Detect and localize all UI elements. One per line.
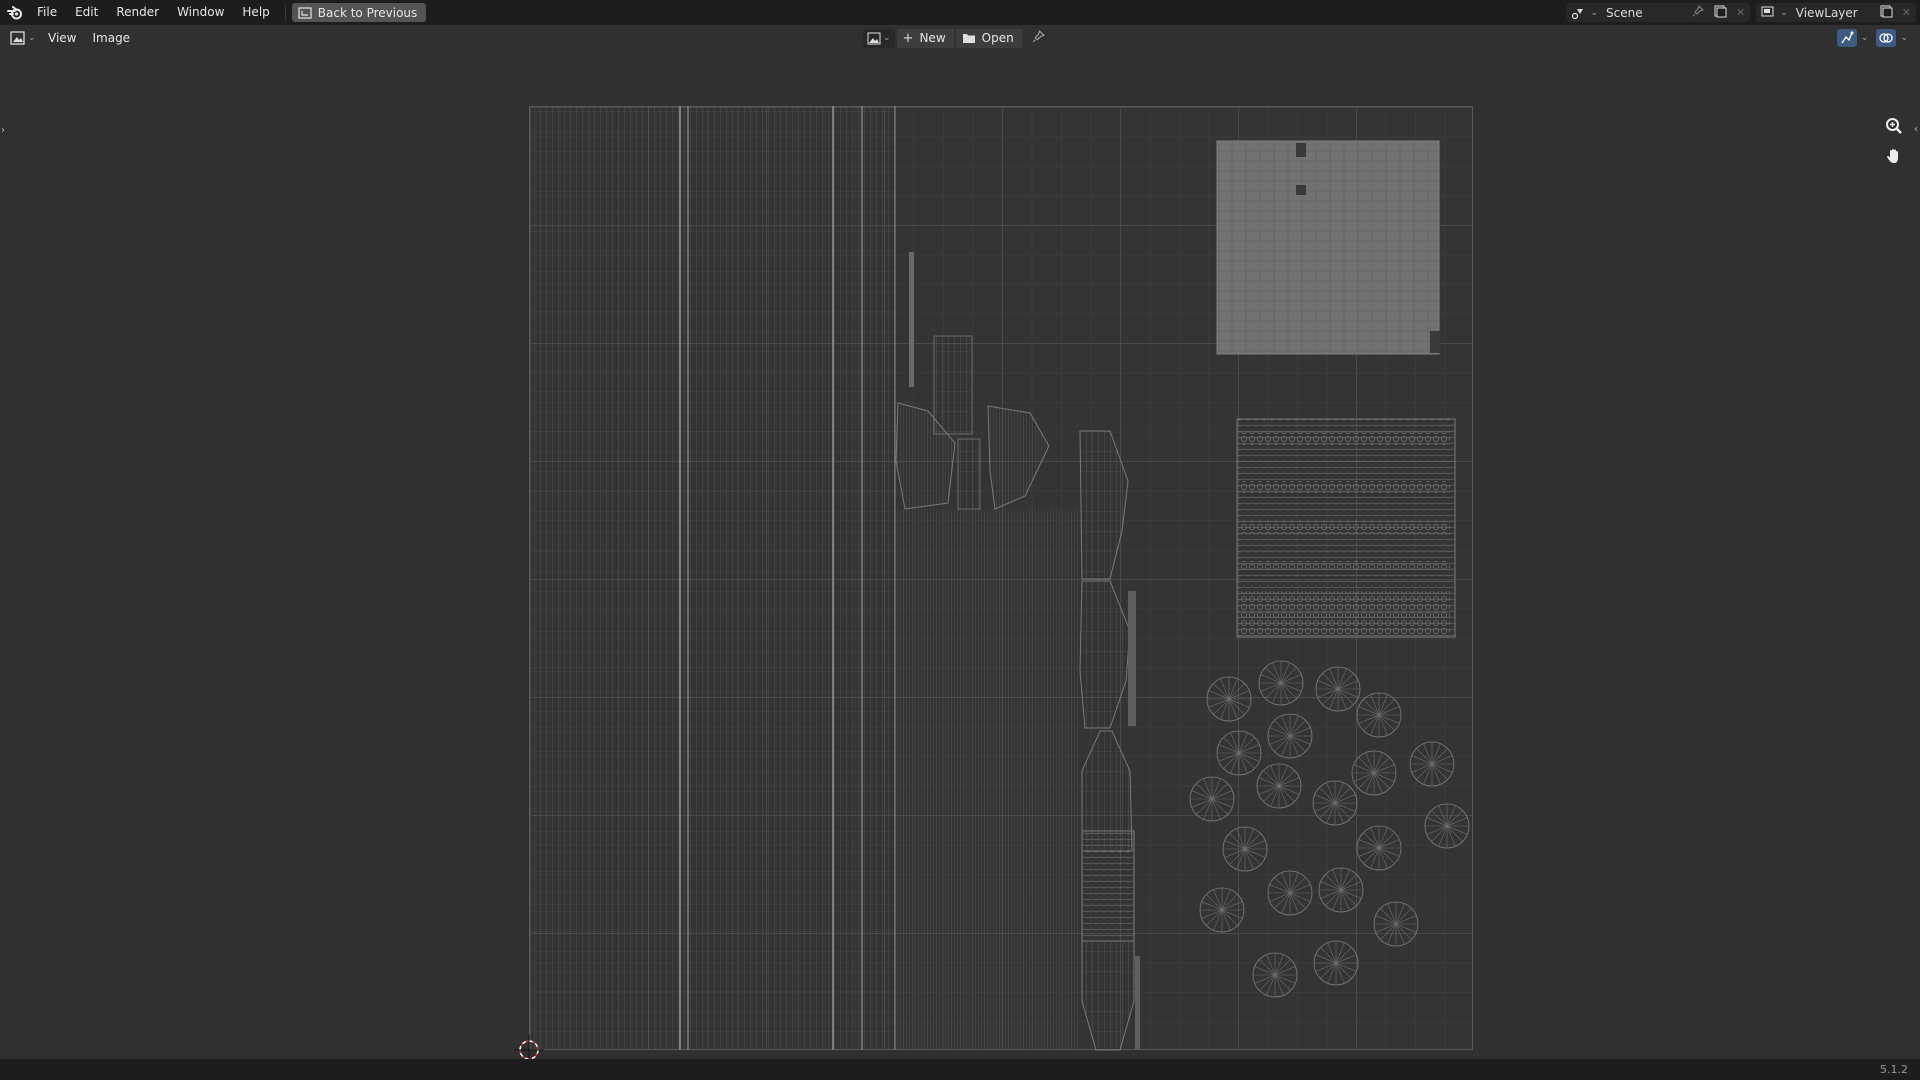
view-layer-icon: [1756, 3, 1780, 22]
editor-type-selector[interactable]: ⌄: [10, 31, 40, 45]
open-image-label: Open: [981, 31, 1014, 45]
navigation-gizmos: [1882, 114, 1906, 168]
uv-island-middle-strip: [895, 252, 1079, 1050]
chevron-down-icon: ⌄: [883, 33, 891, 43]
new-view-layer-icon[interactable]: [1880, 5, 1893, 21]
folder-icon: [962, 34, 975, 43]
menu-image[interactable]: Image: [84, 31, 138, 45]
menu-edit[interactable]: Edit: [66, 0, 107, 25]
pin-icon[interactable]: [1032, 30, 1045, 46]
zoom-icon[interactable]: [1882, 114, 1906, 138]
image-icon: [867, 32, 881, 44]
top-bar: File Edit Render Window Help Back to Pre…: [0, 0, 1920, 25]
open-image-button[interactable]: Open: [955, 28, 1022, 48]
uv-island-dotted-panel: [1236, 418, 1456, 638]
uv-island-large-column: [529, 106, 896, 1050]
image-editor-header: ⌄ View Image ⌄ + New Open ⌄ ⌄: [0, 25, 1920, 51]
uv-editor-viewport[interactable]: › ‹: [0, 51, 1920, 1059]
menu-separator: [284, 4, 286, 21]
back-to-previous-button[interactable]: Back to Previous: [291, 3, 427, 22]
menu-render[interactable]: Render: [107, 0, 168, 25]
image-browse-button[interactable]: ⌄: [863, 28, 895, 48]
uv-sync-icon[interactable]: [1836, 29, 1857, 47]
uv-wireframe-overlay: [514, 106, 1470, 1059]
delete-view-layer-icon[interactable]: ✕: [1902, 6, 1911, 19]
view-layer-name[interactable]: ViewLayer: [1796, 6, 1876, 20]
chevron-down-icon[interactable]: ⌄: [1861, 33, 1869, 43]
plus-icon: +: [902, 30, 914, 46]
uv-island-block-texture: [1216, 140, 1440, 355]
image-editor-icon: [10, 31, 25, 45]
new-image-label: New: [919, 31, 946, 45]
menu-help[interactable]: Help: [233, 0, 278, 25]
chevron-down-icon: ⌄: [1590, 7, 1599, 18]
scene-name[interactable]: Scene: [1606, 6, 1686, 20]
view-layer-selector[interactable]: ⌄ ViewLayer ✕: [1756, 3, 1916, 22]
chevron-down-icon: ⌄: [1780, 7, 1788, 18]
menu-file[interactable]: File: [28, 0, 66, 25]
scene-icon: [1566, 3, 1590, 22]
menu-view[interactable]: View: [40, 31, 84, 45]
chevron-down-icon: ⌄: [28, 33, 36, 43]
version-label: 5.1.2: [1880, 1063, 1908, 1076]
chevron-down-icon[interactable]: ⌄: [1900, 33, 1908, 43]
pin-icon[interactable]: [1692, 5, 1704, 20]
status-bar: 5.1.2: [0, 1059, 1920, 1080]
hand-icon[interactable]: [1882, 144, 1906, 168]
back-to-previous-label: Back to Previous: [317, 5, 418, 20]
overlay-icon[interactable]: [1876, 29, 1897, 47]
new-image-button[interactable]: + New: [896, 28, 954, 48]
uv-island-disk-cluster: [1189, 660, 1470, 998]
scene-selector[interactable]: ⌄ Scene ✕: [1566, 3, 1751, 22]
menu-window[interactable]: Window: [168, 0, 233, 25]
back-icon: [298, 6, 312, 19]
uv-island-vertical-chain: [1079, 430, 1140, 1051]
new-scene-icon[interactable]: [1714, 5, 1727, 21]
blender-logo-icon[interactable]: [2, 0, 28, 25]
delete-scene-icon[interactable]: ✕: [1736, 6, 1745, 19]
